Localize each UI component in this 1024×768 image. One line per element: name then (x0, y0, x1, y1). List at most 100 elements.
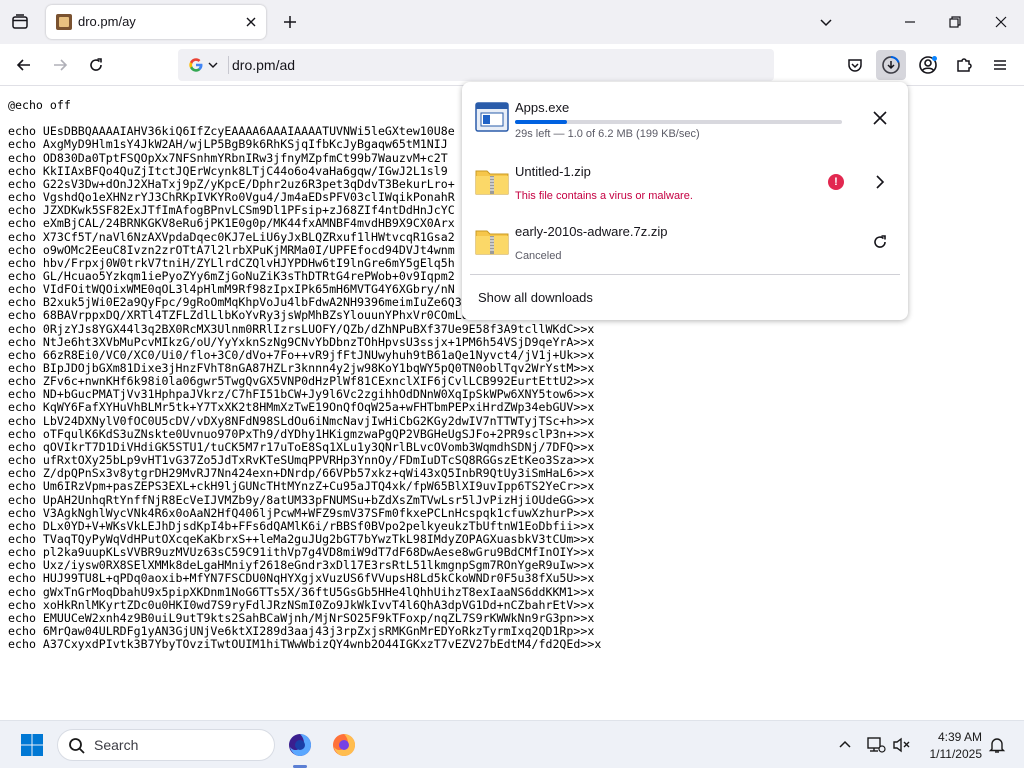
taskbar: Search 4:39 AM 1/11/2025 (0, 720, 1024, 768)
close-tab-button[interactable] (242, 13, 260, 31)
code-line: echo LbV24DXNylV0fOC0U5cDV/vDXy8NFdN98SL… (8, 413, 595, 428)
download-details-button[interactable] (866, 168, 894, 196)
puzzle-icon (957, 58, 972, 72)
code-line: echo HUJ99TU8L+qPDq0aoxib+MfYN7FSCDU0NqH… (8, 571, 595, 586)
volume-button[interactable] (891, 734, 913, 756)
downloads-progress-icon (882, 56, 900, 74)
download-item-adware-zip[interactable]: early-2010s-adware.7z.zip Canceled (470, 214, 898, 272)
list-all-tabs-button[interactable] (6, 8, 34, 36)
code-line: echo EMUUCeW2xnh4z9B0uiL9utT9kts2SahBCaW… (8, 610, 595, 625)
site-favicon-icon (56, 14, 72, 30)
search-label: Search (94, 737, 139, 753)
show-all-downloads-button[interactable]: Show all downloads (470, 282, 900, 312)
code-line: echo 6MrQaw04ULRDFg1yAN3GjUNjVe6ktXI289d… (8, 624, 595, 638)
download-status: Canceled (515, 250, 562, 262)
restore-icon (949, 16, 961, 28)
search-engine-button[interactable] (182, 52, 226, 78)
code-line: echo V3AgkNghlWycVNk4R6x0oAaN2HfQ406ljPc… (8, 505, 595, 520)
tab-overflow-button[interactable] (812, 8, 840, 36)
download-name: Apps.exe (515, 100, 570, 115)
address-bar[interactable]: dro.pm/ad (178, 49, 774, 81)
code-line: echo 0RjzYJs8YGX44l3q2BX0RcMX3Ulnm0RRlIz… (8, 321, 595, 336)
restore-window-button[interactable] (941, 8, 969, 36)
code-line: echo Uxz/iysw0RX8SElXMMk8deLgaHMniyf2618… (8, 558, 595, 573)
exe-file-icon (475, 102, 509, 132)
search-icon (69, 738, 85, 754)
menu-button[interactable] (985, 50, 1015, 80)
code-line: echo xoHkRnlMKyrtZDc0u0HKI0wd7S9ryFdlJRz… (8, 597, 595, 612)
taskbar-firefox-active[interactable] (283, 728, 317, 762)
network-status-button[interactable] (865, 734, 887, 756)
panel-divider (470, 274, 900, 275)
code-line: echo NtJe6ht3XVbMuPcvMIkzG/oU/YyYxknSzNg… (8, 334, 595, 349)
extensions-button[interactable] (949, 50, 979, 80)
code-line: echo X73Cf5T/naVl6NzAXVpdaDqec0KJ7eLiU6y… (8, 229, 455, 244)
code-line: echo DLx0YD+V+WKsVkLEJhDjsdKpI4b+FFs6dQA… (8, 518, 595, 533)
code-line: echo GL/Hcuao5Yzkqm1iePyoZYy6mZjGoNuZiK3… (8, 268, 455, 283)
pocket-button[interactable] (840, 50, 870, 80)
code-line: @echo off (8, 98, 71, 112)
url-text[interactable]: dro.pm/ad (232, 57, 295, 73)
hamburger-menu-icon (994, 60, 1006, 70)
download-item-apps-exe[interactable]: Apps.exe 29s left — 1.0 of 6.2 MB (199 K… (470, 90, 898, 148)
clock-time[interactable]: 4:39 AM (920, 730, 982, 744)
zip-file-icon (475, 230, 509, 255)
arrow-left-icon (16, 59, 30, 71)
navigation-toolbar: dro.pm/ad (0, 44, 1024, 86)
code-line: echo hbv/Frpxj0W0trkV7tniH/ZYLlrdCZQlvHJ… (8, 255, 455, 270)
code-line: echo oTFqulK6KdS3uZNskte0Uvnuo970PxTh9/d… (8, 426, 595, 441)
reload-button[interactable] (81, 50, 111, 80)
taskbar-firefox[interactable] (327, 728, 361, 762)
close-window-button[interactable] (987, 8, 1015, 36)
chevron-right-icon (876, 175, 885, 189)
browser-tab[interactable]: dro.pm/ay (46, 5, 266, 39)
code-line: echo TVaqTQyPyWqVdHPutOXcqeKaKbrxS++leMa… (8, 531, 595, 546)
clock-date[interactable]: 1/11/2025 (920, 747, 983, 761)
downloads-button[interactable] (876, 50, 906, 80)
warning-badge-icon: ! (828, 174, 844, 190)
chevron-down-icon (820, 19, 832, 27)
show-hidden-icons-button[interactable] (834, 734, 856, 756)
back-button[interactable] (9, 50, 39, 80)
code-line: echo o9wOMc2EeuC8Ivzn2zrOTtA7l2lrbXPuKjM… (8, 242, 455, 257)
code-line: echo qOVIkrT7D1DiVHdiGK5STU1/tuCK5M7r17u… (8, 439, 595, 454)
speaker-muted-icon (893, 737, 910, 753)
download-progress-fill (515, 120, 568, 124)
cancel-download-button[interactable] (866, 104, 894, 132)
download-status-malware: This file contains a virus or malware. (515, 190, 693, 202)
code-line: echo JZXDKwk5SF82ExJTfImAfogBPnvLCSm9Dl1… (8, 203, 455, 218)
forward-button[interactable] (45, 50, 75, 80)
download-item-untitled-zip[interactable]: Untitled-1.zip This file contains a viru… (470, 154, 898, 212)
pocket-icon (848, 59, 862, 72)
firefox-icon (289, 734, 311, 756)
start-button[interactable] (16, 729, 48, 761)
bell-icon (988, 738, 1006, 753)
account-icon (919, 56, 937, 74)
new-tab-button[interactable] (277, 9, 303, 35)
taskbar-search[interactable]: Search (57, 729, 275, 761)
chevron-down-icon (208, 62, 218, 68)
code-line: echo ZFv6c+nwnKHf6k98i0la06gwr5TwgQvGX5V… (8, 374, 595, 389)
code-line: echo ND+bGucPMATjVv31HphpaJVkrz/C7hFI51b… (8, 387, 595, 402)
code-line: echo KkIIAxBFQo4QuZjItctJQErWcynk8LTjC44… (8, 163, 448, 178)
download-name: Untitled-1.zip (515, 164, 591, 179)
download-status: 29s left — 1.0 of 6.2 MB (199 KB/sec) (515, 128, 700, 140)
tab-list-icon (12, 14, 28, 29)
arrow-right-icon (54, 59, 68, 71)
minimize-window-button[interactable] (896, 8, 924, 36)
close-icon (995, 16, 1007, 28)
close-icon (873, 111, 887, 125)
reload-icon (90, 58, 102, 71)
code-line: echo UEsDBBQAAAAIAHV36kiQ6IfZcyEAAAA6AAA… (8, 124, 455, 139)
code-line: echo Z/dpQPnSx3v8ytgrDH29MvRJ7Nn424exn+D… (8, 466, 595, 481)
code-line: echo VIdFOitWQOixWME0qOL3l4pHlmM9Rf98zIp… (8, 282, 455, 297)
code-line: echo KqWY6FafXYHuVhBLMr5tk+Y7TxXK2t8HMmX… (8, 400, 595, 415)
code-line: echo VgshdQo1eXHNzrYJ3ChRKpIVKYRo0Vgu4/J… (8, 190, 455, 205)
code-line: echo UpAH2UnhqRtYnffNjR8EcVeIJVMZb9y/8at… (8, 492, 595, 507)
plus-icon (284, 16, 296, 28)
account-button[interactable] (913, 50, 943, 80)
zip-file-icon (475, 170, 509, 195)
notifications-button[interactable] (986, 734, 1008, 756)
code-line: echo OD830Da0TptFSQOpXx7NFSnhmYRbnIRw3jf… (8, 150, 448, 165)
retry-download-button[interactable] (866, 228, 894, 256)
